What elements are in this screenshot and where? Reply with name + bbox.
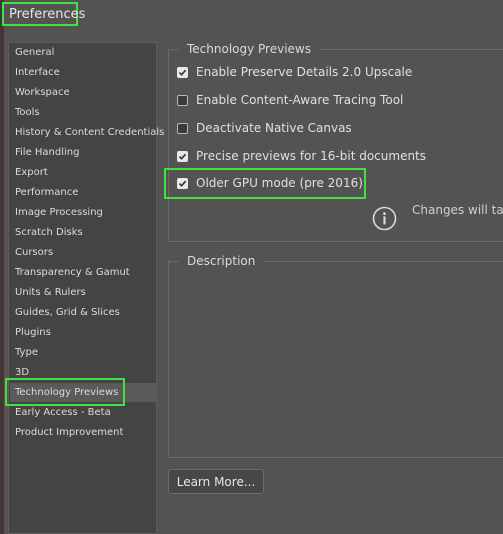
sidebar-item-product-improvement[interactable]: Product Improvement [10, 423, 156, 442]
option-deactivate-native-canvas[interactable]: Deactivate Native Canvas [177, 119, 352, 137]
window-title: Preferences [2, 2, 85, 26]
window-left-edge [0, 0, 4, 534]
sidebar-item-tools[interactable]: Tools [10, 103, 156, 122]
sidebar-item-plugins[interactable]: Plugins [10, 323, 156, 342]
option-older-gpu-mode[interactable]: Older GPU mode (pre 2016) [177, 174, 363, 192]
sidebar-item-transparency-gamut[interactable]: Transparency & Gamut [10, 263, 156, 282]
option-label: Enable Content-Aware Tracing Tool [196, 93, 404, 107]
option-preserve-details-upscale[interactable]: Enable Preserve Details 2.0 Upscale [177, 63, 412, 81]
option-precise-previews-16bit[interactable]: Precise previews for 16-bit documents [177, 147, 426, 165]
option-label: Enable Preserve Details 2.0 Upscale [196, 65, 413, 79]
checkbox-checked[interactable] [177, 177, 188, 189]
sidebar-item-interface[interactable]: Interface [10, 63, 156, 82]
tech-previews-title: Technology Previews [179, 41, 319, 57]
sidebar-item-file-handling[interactable]: File Handling [10, 143, 156, 162]
checkbox-unchecked[interactable] [177, 94, 188, 106]
sidebar-item-type[interactable]: Type [10, 343, 156, 362]
sidebar-item-3d[interactable]: 3D [10, 363, 156, 382]
sidebar-item-workspace[interactable]: Workspace [10, 83, 156, 102]
sidebar-item-history-content-credentials[interactable]: History & Content Credentials [10, 123, 164, 142]
sidebar-item-performance[interactable]: Performance [10, 183, 156, 202]
info-circle-icon [372, 206, 397, 231]
sidebar-item-cursors[interactable]: Cursors [10, 243, 156, 262]
option-label: Deactivate Native Canvas [196, 121, 352, 135]
sidebar-item-general[interactable]: General [10, 43, 156, 62]
sidebar-item-export[interactable]: Export [10, 163, 156, 182]
sidebar-item-image-processing[interactable]: Image Processing [10, 203, 156, 222]
sidebar-item-technology-previews[interactable]: Technology Previews [10, 383, 156, 402]
checkbox-unchecked[interactable] [177, 122, 188, 134]
description-group: Description [168, 253, 503, 458]
sidebar-item-units-rulers[interactable]: Units & Rulers [10, 283, 156, 302]
learn-more-button[interactable]: Learn More... [168, 469, 264, 494]
restart-notice-text: Changes will tak [412, 203, 503, 217]
window-title-text: Preferences [9, 6, 86, 22]
option-content-aware-tracing[interactable]: Enable Content-Aware Tracing Tool [177, 91, 403, 109]
sidebar-item-guides-grid-slices[interactable]: Guides, Grid & Slices [10, 303, 156, 322]
sidebar-item-scratch-disks[interactable]: Scratch Disks [10, 223, 156, 242]
preferences-sidebar: General Interface Workspace Tools Histor… [8, 42, 164, 534]
checkbox-checked[interactable] [177, 66, 188, 78]
description-title: Description [179, 253, 264, 269]
option-label: Precise previews for 16-bit documents [196, 149, 427, 163]
option-label: Older GPU mode (pre 2016) [196, 176, 363, 190]
checkbox-checked[interactable] [177, 150, 188, 162]
sidebar-item-early-access-beta[interactable]: Early Access - Beta [10, 403, 156, 422]
